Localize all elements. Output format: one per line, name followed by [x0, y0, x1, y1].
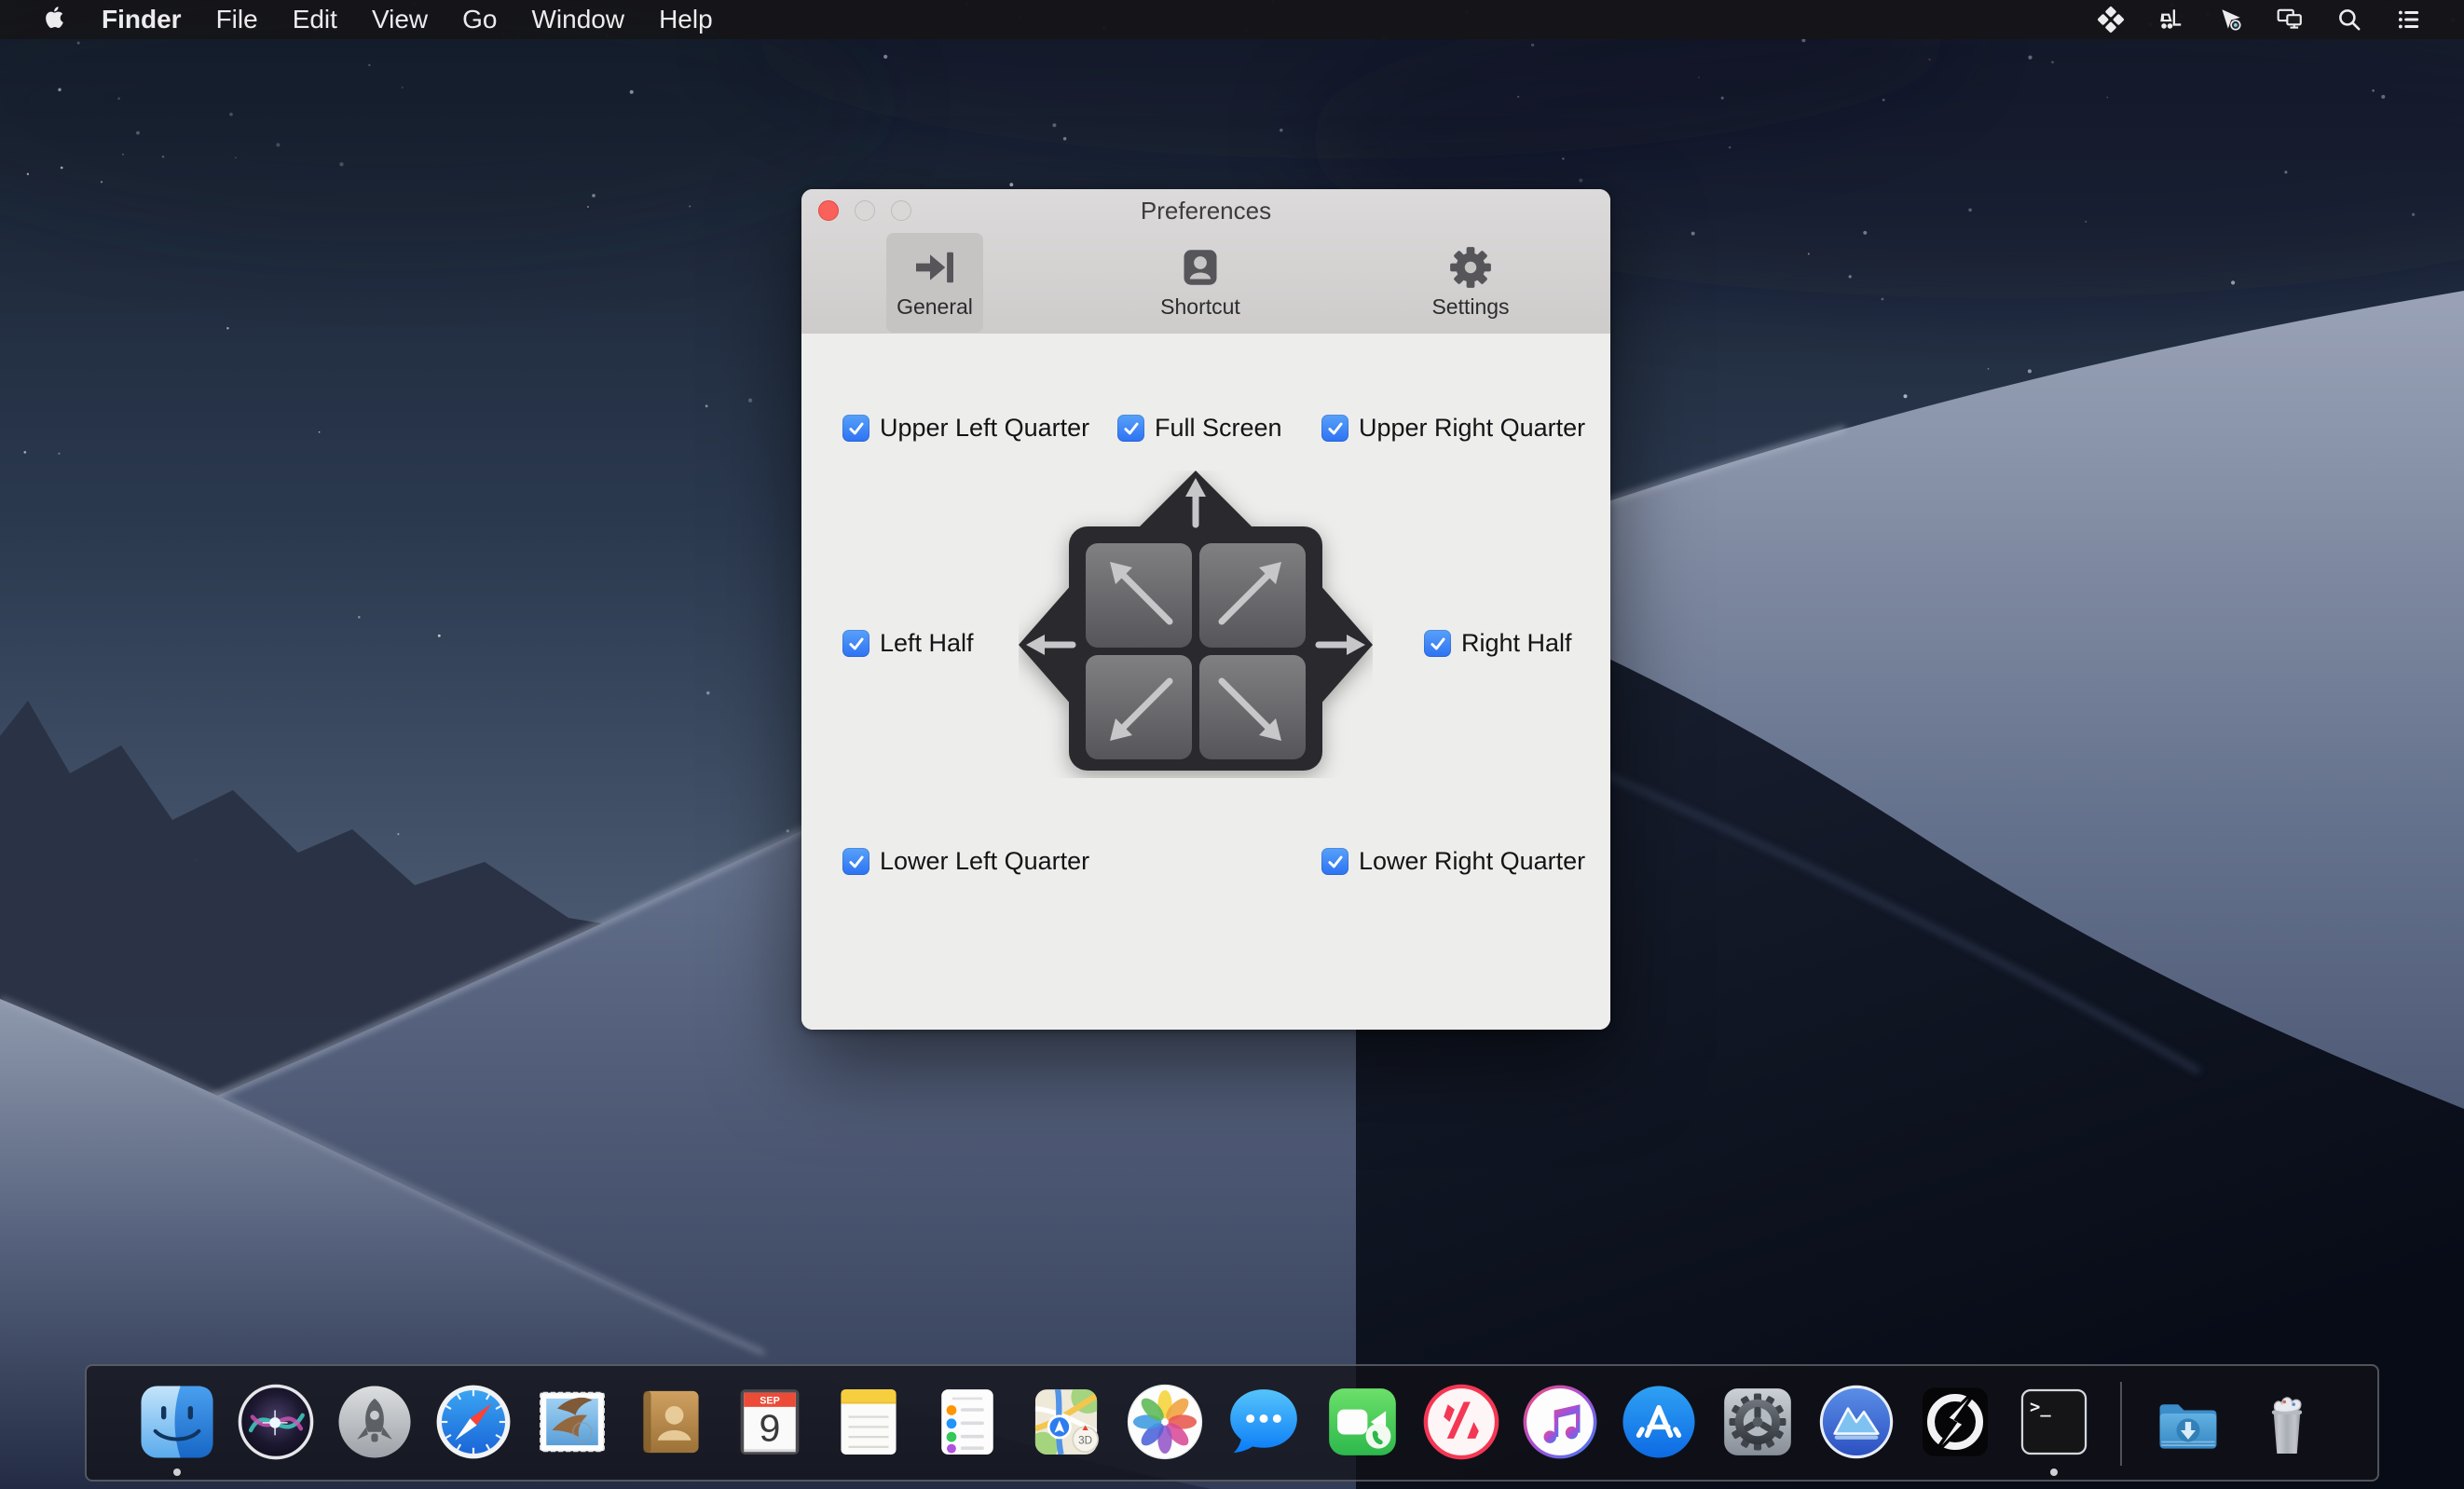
gear-icon [1445, 240, 1496, 294]
checkbox-upper-right-quarter[interactable]: Upper Right Quarter [1321, 414, 1585, 443]
dock-messages[interactable] [1224, 1382, 1304, 1462]
apple-icon [39, 5, 67, 33]
calendar-month-label: SEP [760, 1396, 780, 1407]
preferences-window: Preferences General Shortcut Settings Uppe… [801, 189, 1610, 1030]
spotlight-icon[interactable] [2335, 6, 2363, 34]
tab-label: Shortcut [1160, 294, 1240, 320]
displays-icon[interactable] [2276, 6, 2304, 34]
dock-itunes[interactable] [1520, 1382, 1600, 1462]
window-titlebar[interactable]: Preferences [801, 189, 1610, 232]
traffic-lights [818, 200, 911, 221]
menu-help[interactable]: Help [659, 0, 713, 39]
terminal-prompt-glyph: >_ [2030, 1398, 2051, 1417]
dock-trash[interactable] [2247, 1382, 2327, 1462]
tab-label: Settings [1431, 294, 1509, 320]
menu-view[interactable]: View [372, 0, 428, 39]
minimize-button[interactable] [855, 200, 875, 221]
dock-finder[interactable] [137, 1382, 217, 1462]
dock-photos[interactable] [1125, 1382, 1205, 1462]
window-snap-graphic [1019, 471, 1373, 778]
dock-siri[interactable] [236, 1382, 316, 1462]
dock-calendar[interactable]: SEP9 [730, 1382, 810, 1462]
dock-mail[interactable] [532, 1382, 612, 1462]
checkbox-box[interactable] [1424, 630, 1451, 657]
checkbox-label: Left Half [880, 629, 974, 658]
status-icons [2097, 6, 2423, 34]
tab-label: General [897, 294, 973, 320]
checkbox-box[interactable] [1117, 415, 1144, 442]
window-manager-icon[interactable] [2097, 6, 2125, 34]
apple-menu[interactable] [39, 7, 67, 33]
checkbox-box[interactable] [1321, 415, 1348, 442]
checkbox-label: Upper Right Quarter [1359, 414, 1585, 443]
checkbox-right-half[interactable]: Right Half [1424, 629, 1572, 658]
window-chrome: Preferences General Shortcut Settings [801, 189, 1610, 335]
checkbox-lower-right-quarter[interactable]: Lower Right Quarter [1321, 847, 1585, 876]
list-icon[interactable] [2395, 6, 2423, 34]
maps-3d-badge: 3D [1078, 1434, 1092, 1446]
menu-edit[interactable]: Edit [293, 0, 337, 39]
window-title: Preferences [1141, 197, 1271, 225]
forklift-icon[interactable] [2156, 6, 2184, 34]
menu-go[interactable]: Go [462, 0, 497, 39]
dock-contacts[interactable] [631, 1382, 711, 1462]
checkbox-left-half[interactable]: Left Half [842, 629, 974, 658]
dock-app-store[interactable] [1619, 1382, 1699, 1462]
zoom-button[interactable] [891, 200, 911, 221]
checkbox-full-screen[interactable]: Full Screen [1117, 414, 1282, 443]
checkbox-box[interactable] [842, 630, 869, 657]
window-content: Upper Left Quarter Full Screen Upper Right… [801, 334, 1610, 1030]
snap-right-icon [910, 240, 960, 294]
tab-general[interactable]: General [886, 233, 983, 333]
dock-lightning-app[interactable] [1915, 1382, 1995, 1462]
running-indicator [2050, 1469, 2058, 1476]
menu-finder[interactable]: Finder [102, 0, 182, 39]
dock-maps[interactable]: 3D [1026, 1382, 1106, 1462]
dock-terminal[interactable]: >_ [2014, 1382, 2094, 1462]
checkbox-label: Upper Left Quarter [880, 414, 1089, 443]
dock-launchpad[interactable] [335, 1382, 415, 1462]
contact-card-icon [1175, 240, 1225, 294]
checkbox-box[interactable] [1321, 848, 1348, 875]
close-button[interactable] [818, 200, 839, 221]
checkbox-upper-left-quarter[interactable]: Upper Left Quarter [842, 414, 1089, 443]
menu-bar: Finder File Edit View Go Window Help [0, 0, 2464, 39]
checkbox-label: Lower Left Quarter [880, 847, 1089, 876]
cursor-icon[interactable] [2216, 6, 2244, 34]
dock-mountain-app[interactable] [1816, 1382, 1896, 1462]
checkbox-label: Right Half [1461, 629, 1572, 658]
menu-items: Finder File Edit View Go Window Help [102, 0, 713, 39]
dock-downloads[interactable] [2148, 1382, 2228, 1462]
menu-window[interactable]: Window [531, 0, 624, 39]
toolbar-tabs: General Shortcut Settings [801, 232, 1610, 334]
checkbox-label: Full Screen [1155, 414, 1282, 443]
dock: SEP9 3D >_ [85, 1364, 2379, 1482]
dock-news[interactable] [1421, 1382, 1501, 1462]
tab-shortcut[interactable]: Shortcut [1152, 233, 1249, 333]
menu-file[interactable]: File [216, 0, 258, 39]
tab-settings[interactable]: Settings [1422, 233, 1519, 333]
dock-notes[interactable] [828, 1382, 909, 1462]
dock-system-preferences[interactable] [1718, 1382, 1798, 1462]
dock-reminders[interactable] [927, 1382, 1007, 1462]
calendar-day-label: 9 [760, 1407, 781, 1450]
checkbox-box[interactable] [842, 848, 869, 875]
dock-safari[interactable] [433, 1382, 513, 1462]
running-indicator [173, 1469, 181, 1476]
checkbox-label: Lower Right Quarter [1359, 847, 1585, 876]
dock-facetime[interactable] [1322, 1382, 1403, 1462]
checkbox-lower-left-quarter[interactable]: Lower Left Quarter [842, 847, 1089, 876]
dock-separator [2120, 1382, 2122, 1466]
checkbox-box[interactable] [842, 415, 869, 442]
